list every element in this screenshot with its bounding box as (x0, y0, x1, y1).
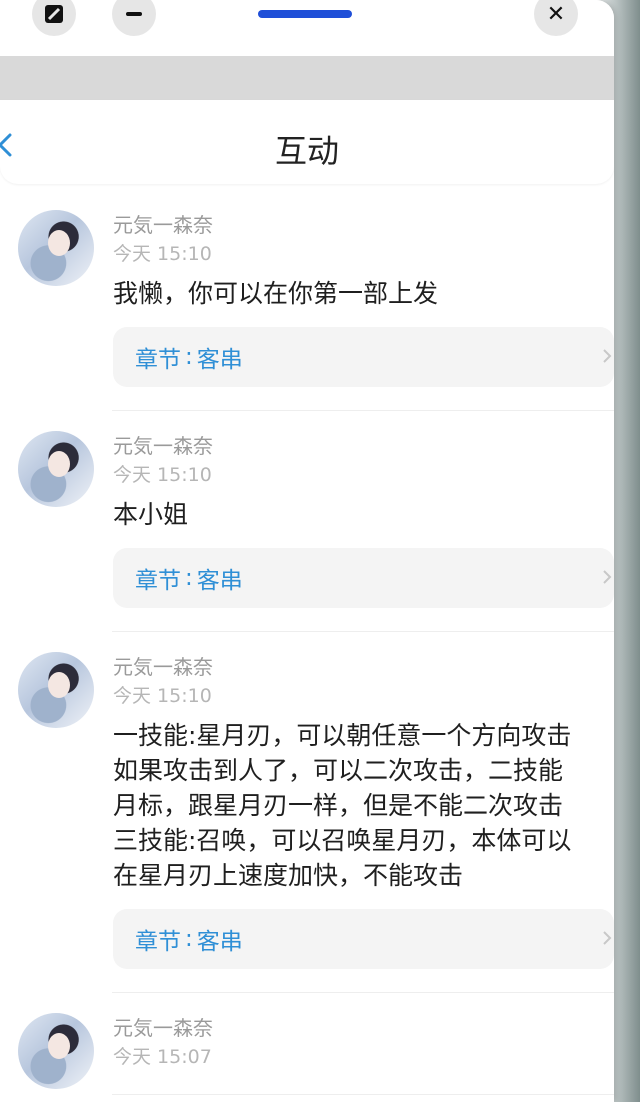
comment-list: 元気一森奈 今天 15:10 我懒，你可以在你第一部上发 章节 : 客串 元気一… (0, 190, 614, 1095)
page-header: 互动 (0, 100, 614, 184)
chapter-separator: : (185, 926, 193, 952)
comment-time: 今天 15:07 (113, 1046, 212, 1068)
chevron-right-icon (603, 349, 612, 363)
chapter-name: 客串 (196, 347, 243, 373)
chevron-right-icon (603, 570, 612, 584)
close-icon-glyph: ✕ (546, 1, 566, 27)
chapter-name: 客串 (196, 568, 243, 594)
comment-time: 今天 15:10 (113, 464, 212, 486)
avatar[interactable] (18, 652, 94, 728)
resize-icon-glyph (45, 5, 63, 23)
chapter-label: 章节 (135, 929, 181, 955)
comment-item: 元気一森奈 今天 15:07 (0, 993, 614, 1095)
chapter-label: 章节 (135, 568, 181, 594)
comment-username[interactable]: 元気一森奈 (113, 1013, 614, 1043)
comment-username[interactable]: 元気一森奈 (113, 210, 614, 240)
chapter-separator: : (185, 344, 193, 370)
chapter-link[interactable]: 章节 : 客串 (113, 327, 614, 387)
avatar[interactable] (18, 210, 94, 286)
minimize-icon-glyph (126, 12, 142, 16)
comment-text: 我懒，你可以在你第一部上发 (113, 279, 439, 308)
close-icon[interactable]: ✕ (534, 0, 578, 36)
resize-icon[interactable] (32, 0, 76, 36)
comment-item: 元気一森奈 今天 15:10 本小姐 章节 : 客串 (0, 411, 614, 632)
chapter-label: 章节 (135, 347, 181, 373)
window-top-strip: ✕ (0, 0, 614, 56)
chapter-separator: : (185, 565, 193, 591)
page-title: 互动 (274, 132, 339, 170)
comment-username[interactable]: 元気一森奈 (113, 431, 614, 461)
comment-time: 今天 15:10 (113, 685, 212, 707)
comment-item: 元気一森奈 今天 15:10 一技能:星月刃，可以朝任意一个方向攻击 如果攻击到… (0, 632, 614, 993)
app-sheet: ✕ 互动 元気一森奈 今天 15:10 我懒，你可以在你第一部上发 章节 : 客… (0, 0, 614, 1102)
avatar[interactable] (18, 431, 94, 507)
minimize-icon[interactable] (112, 0, 156, 36)
drag-handle[interactable] (258, 10, 352, 18)
comment-text: 一技能:星月刃，可以朝任意一个方向攻击 如果攻击到人了，可以二次攻击，二技能 月… (113, 721, 572, 890)
avatar[interactable] (18, 1013, 94, 1089)
comment-username[interactable]: 元気一森奈 (113, 652, 614, 682)
chapter-link[interactable]: 章节 : 客串 (113, 909, 614, 969)
gray-divider-bar (0, 56, 614, 100)
comment-text: 本小姐 (113, 500, 189, 529)
comment-item: 元気一森奈 今天 15:10 我懒，你可以在你第一部上发 章节 : 客串 (0, 190, 614, 411)
chapter-name: 客串 (196, 929, 243, 955)
chevron-right-icon (603, 931, 612, 945)
comment-time: 今天 15:10 (113, 243, 212, 265)
chapter-link[interactable]: 章节 : 客串 (113, 548, 614, 608)
